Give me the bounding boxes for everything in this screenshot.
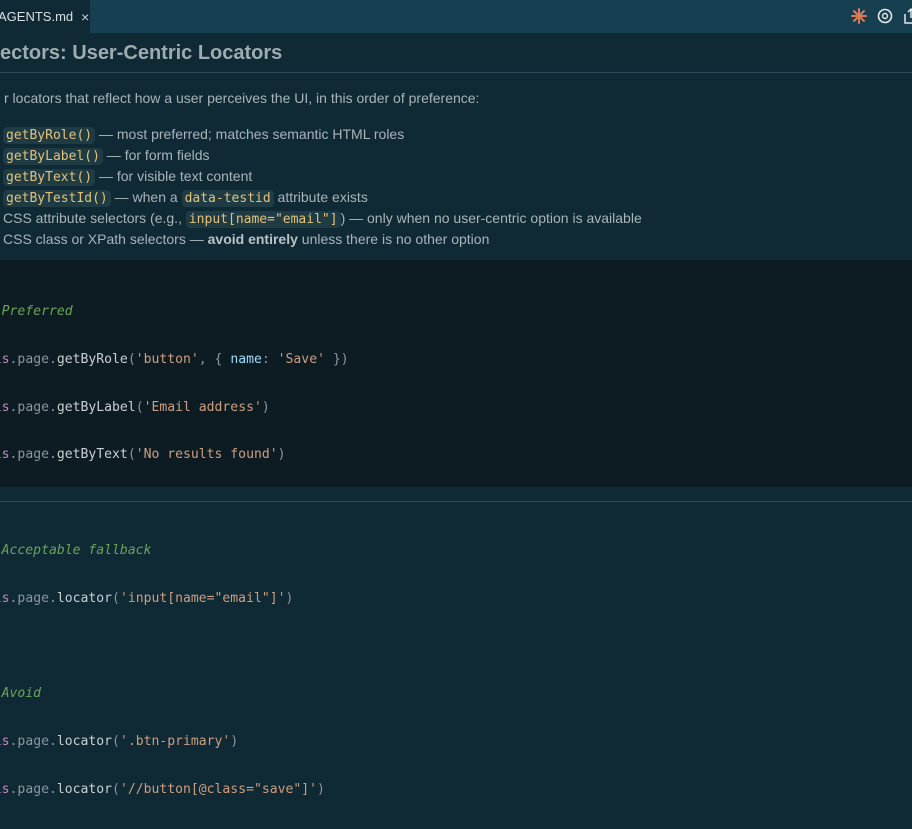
item-text: — for visible text content	[95, 168, 253, 184]
prop: name	[230, 351, 262, 367]
code-line: this.page.locator('.btn-primary')	[0, 733, 349, 751]
kw: this	[0, 447, 10, 463]
str: '.btn-primary'	[119, 734, 231, 750]
item-text: — most preferred; matches semantic HTML …	[95, 126, 405, 142]
item-text: CSS attribute selectors (e.g.,	[3, 210, 186, 226]
code-block: // Preferred this.page.getByRole('button…	[0, 260, 912, 797]
inline-code: data-testid	[181, 190, 274, 207]
page: .page.	[9, 399, 57, 415]
list-item: getByLabel() — for form fields	[3, 145, 642, 166]
code-line: this.page.locator('//button[@class="save…	[0, 781, 349, 799]
code-line: this.page.getByText('No results found')	[0, 446, 349, 464]
tab-agents-md[interactable]: AGENTS.md ×	[0, 0, 90, 33]
kw: this	[0, 399, 10, 415]
str: 'Save'	[277, 351, 325, 367]
inline-code: input[name="email"]	[185, 211, 341, 228]
fn: getByRole	[56, 351, 128, 367]
str: 'input[name="email"]'	[119, 590, 286, 606]
item-text: — for form fields	[102, 147, 210, 163]
close-icon[interactable]: ×	[81, 9, 89, 25]
fn: locator	[56, 590, 113, 606]
inline-code: getByTestId()	[3, 190, 111, 207]
inline-code: getByRole()	[3, 127, 96, 144]
code-comment: // Preferred	[1, 304, 73, 319]
fn: locator	[56, 734, 113, 750]
code-line: this.page.locator('input[name="email"]')	[0, 590, 349, 608]
code-comment: // Acceptable fallback	[1, 542, 152, 558]
fn: getByLabel	[56, 399, 136, 415]
kw: this	[0, 781, 10, 797]
tab-bar: AGENTS.md ×	[0, 0, 912, 33]
list-item: getByRole() — most preferred; matches se…	[3, 124, 642, 145]
item-text: unless there is no other option	[297, 231, 490, 247]
kw: this	[0, 590, 10, 606]
share-icon[interactable]	[902, 7, 912, 25]
item-text: CSS class or XPath selectors —	[3, 231, 208, 247]
tab-label: AGENTS.md	[0, 9, 74, 24]
list-item: CSS attribute selectors (e.g., input[nam…	[3, 208, 642, 229]
item-text: — when a	[110, 189, 182, 205]
heading-divider	[0, 72, 912, 73]
page: .page.	[9, 351, 57, 367]
page: .page.	[9, 447, 57, 463]
list-item: CSS class or XPath selectors — avoid ent…	[3, 229, 642, 250]
kw: this	[0, 734, 10, 750]
item-text: ) — only when no user-centric option is …	[340, 210, 642, 226]
claude-icon[interactable]	[850, 7, 868, 25]
fn: locator	[56, 781, 113, 797]
code-comment: // Avoid	[1, 686, 42, 702]
str: 'Email address'	[143, 399, 262, 415]
code-line: this.page.getByLabel('Email address')	[0, 399, 349, 417]
inline-code: getByLabel()	[3, 148, 103, 165]
fn: getByText	[56, 447, 128, 463]
intro-text: r locators that reflect how a user perce…	[4, 90, 480, 106]
locator-list: getByRole() — most preferred; matches se…	[3, 124, 642, 250]
str: 'No results found'	[135, 447, 278, 463]
section-heading: ectors: User-Centric Locators	[0, 42, 283, 64]
page: .page.	[9, 590, 57, 606]
list-item: getByText() — for visible text content	[3, 166, 642, 187]
section-divider	[0, 501, 912, 502]
bold-text: avoid entirely	[207, 231, 298, 247]
kw: this	[0, 351, 10, 367]
list-item: getByTestId() — when a data-testid attri…	[3, 187, 642, 208]
str: 'button'	[135, 351, 199, 367]
str: '//button[@class="save"]'	[119, 781, 318, 797]
inline-code: getByText()	[3, 169, 96, 186]
code-line: this.page.getByRole('button', { name: 'S…	[0, 351, 349, 369]
page: .page.	[9, 734, 57, 750]
page: .page.	[9, 781, 57, 797]
openai-icon[interactable]	[876, 7, 894, 25]
item-text: attribute exists	[273, 189, 368, 205]
